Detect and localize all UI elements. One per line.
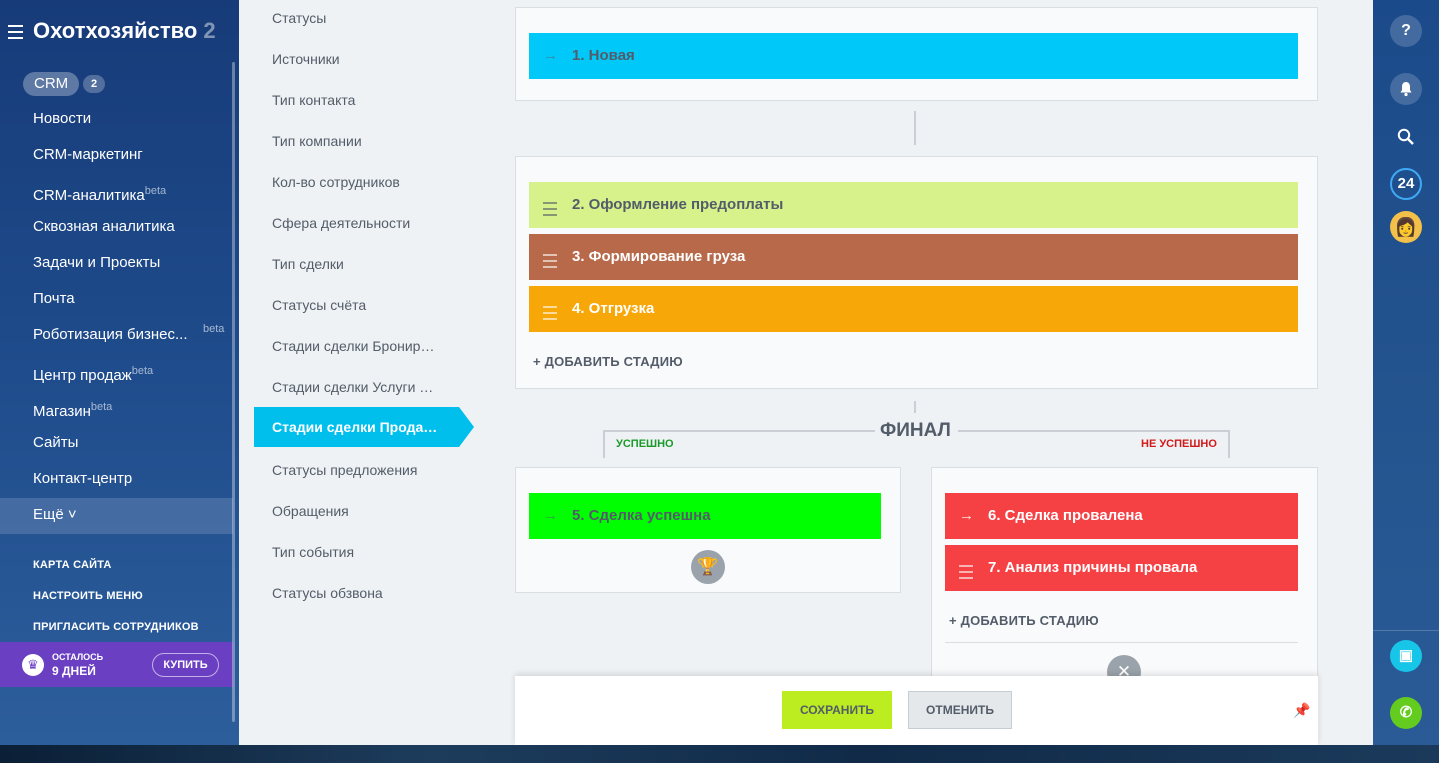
add-stage-button[interactable]: + ДОБАВИТЬ СТАДИЮ (533, 354, 683, 369)
beta-badge: beta (203, 323, 225, 335)
right-panel: ? 24 👩 ▣ ✆ (1373, 0, 1439, 745)
cancel-button[interactable]: ОТМЕНИТЬ (908, 691, 1012, 729)
submenu-item[interactable]: Статусы (272, 10, 326, 26)
sidebar-item-sites[interactable]: Сайты (33, 430, 78, 456)
divider (945, 642, 1298, 643)
sidebar-item-mail[interactable]: Почта (33, 286, 75, 312)
drag-handle-icon[interactable] (543, 302, 557, 320)
stage-editor: → 1. Новая 2. Оформление предоплаты 3. Ф… (493, 0, 1373, 745)
notifications-bell-icon[interactable] (1390, 73, 1422, 105)
stage-item[interactable]: → 5. Сделка успешна (529, 493, 881, 539)
more-label: Ещё ˅ (33, 506, 77, 523)
buy-button[interactable]: КУПИТЬ (152, 653, 219, 677)
submenu-item[interactable]: Тип сделки (272, 256, 344, 272)
sidebar-item-automation[interactable]: Роботизация бизнес... beta (33, 322, 224, 348)
sidebar-item-store[interactable]: Магазинbeta (33, 394, 112, 420)
success-stages-box: → 5. Сделка успешна 🏆 (515, 467, 901, 593)
add-stage-button[interactable]: + ДОБАВИТЬ СТАДИЮ (949, 613, 1099, 628)
success-label: УСПЕШНО (616, 438, 674, 450)
submenu-item-active[interactable]: Стадии сделки Прода… (254, 407, 474, 447)
beta-badge: beta (131, 365, 154, 377)
stage-label: 5. Сделка успешна (572, 507, 711, 524)
trial-banner: ♛ ОСТАЛОСЬ 9 ДНЕЙ КУПИТЬ (0, 642, 233, 687)
save-panel: СОХРАНИТЬ ОТМЕНИТЬ 📌 (515, 676, 1318, 745)
stage-label: 7. Анализ причины провала (988, 559, 1198, 576)
connector-line (914, 111, 916, 145)
crm-settings-submenu: Статусы Источники Тип контакта Тип компа… (239, 0, 493, 745)
divider (1373, 630, 1439, 631)
stage-item[interactable]: 7. Анализ причины провала (945, 545, 1298, 591)
desktop-background-strip (0, 745, 1439, 763)
sidebar-more-button[interactable]: Ещё ˅ (0, 498, 233, 534)
stage-item[interactable]: 2. Оформление предоплаты (529, 182, 1298, 228)
stage-item[interactable]: → 6. Сделка провалена (945, 493, 1298, 539)
stage-item[interactable]: → 1. Новая (529, 33, 1298, 79)
trophy-icon: 🏆 (691, 550, 725, 584)
submenu-item[interactable]: Кол-во сотрудников (272, 174, 400, 190)
sidebar-item-crm-analytics[interactable]: CRM-аналитикаbeta (33, 178, 166, 204)
crown-icon: ♛ (22, 654, 44, 676)
drag-handle-icon[interactable] (959, 561, 973, 579)
submenu-item[interactable]: Стадии сделки Бронир… (272, 338, 434, 354)
pin-icon[interactable]: 📌 (1293, 702, 1310, 719)
arrow-right-icon: → (543, 47, 558, 64)
progress-stages-box: 2. Оформление предоплаты 3. Формирование… (515, 156, 1318, 389)
sidebar-item-news[interactable]: Новости (33, 106, 91, 132)
submenu-item[interactable]: Тип контакта (272, 92, 355, 108)
stage-label: 3. Формирование груза (572, 248, 746, 265)
final-section-title: ФИНАЛ (878, 420, 953, 442)
trial-days-label: 9 ДНЕЙ (52, 664, 96, 678)
trial-remaining-label: ОСТАЛОСЬ (52, 652, 104, 662)
drag-handle-icon[interactable] (543, 198, 557, 216)
sidebar-scrollbar[interactable] (232, 62, 235, 722)
submenu-active-label: Стадии сделки Прода… (272, 419, 438, 435)
sidebar-item-sales-center[interactable]: Центр продажbeta (33, 358, 153, 384)
configure-menu-link[interactable]: НАСТРОИТЬ МЕНЮ (33, 590, 143, 602)
stage-label: 6. Сделка провалена (988, 507, 1143, 524)
phone-icon[interactable]: ✆ (1390, 697, 1422, 729)
beta-badge: beta (90, 401, 113, 413)
save-button[interactable]: СОХРАНИТЬ (782, 691, 892, 729)
submenu-item[interactable]: Тип компании (272, 133, 362, 149)
submenu-item[interactable]: Сфера деятельности (272, 215, 410, 231)
submenu-item[interactable]: Стадии сделки Услуги … (272, 379, 433, 395)
submenu-item[interactable]: Тип события (272, 544, 354, 560)
messenger-icon[interactable]: ▣ (1390, 640, 1422, 672)
search-icon[interactable] (1390, 121, 1422, 153)
drag-handle-icon[interactable] (543, 250, 557, 268)
connector-line (914, 401, 916, 413)
left-sidebar: Охотхозяйство 2 CRM 2 Новости CRM-маркет… (0, 0, 239, 745)
sidebar-item-crm-marketing[interactable]: CRM-маркетинг (33, 142, 143, 168)
menu-burger-icon[interactable] (8, 25, 23, 39)
submenu-item[interactable]: Статусы счёта (272, 297, 366, 313)
arrow-right-icon: → (959, 507, 974, 524)
stage-label: 1. Новая (572, 47, 635, 64)
help-icon[interactable]: ? (1390, 15, 1422, 47)
stage-item[interactable]: 4. Отгрузка (529, 286, 1298, 332)
sidebar-item-tasks-projects[interactable]: Задачи и Проекты (33, 250, 160, 276)
user-avatar[interactable]: 👩 (1390, 211, 1422, 243)
failure-label: НЕ УСПЕШНО (1141, 438, 1217, 450)
initial-stage-box: → 1. Новая (515, 7, 1318, 101)
submenu-item[interactable]: Статусы обзвона (272, 585, 383, 601)
submenu-item[interactable]: Статусы предложения (272, 462, 417, 478)
sitemap-link[interactable]: КАРТА САЙТА (33, 559, 112, 571)
sidebar-item-contact-center[interactable]: Контакт-центр (33, 466, 132, 492)
bitrix24-logo-icon[interactable]: 24 (1390, 168, 1422, 200)
sidebar-item-end-to-end-analytics[interactable]: Сквозная аналитика (33, 214, 175, 240)
stage-label: 2. Оформление предоплаты (572, 196, 784, 213)
crm-counter-badge: 2 (83, 75, 106, 93)
submenu-item[interactable]: Обращения (272, 503, 349, 519)
arrow-right-icon: → (543, 507, 558, 524)
beta-badge: beta (144, 185, 167, 197)
stage-item[interactable]: 3. Формирование груза (529, 234, 1298, 280)
stage-label: 4. Отгрузка (572, 300, 655, 317)
portal-title[interactable]: Охотхозяйство 2 (33, 18, 216, 44)
crm-group-pill[interactable]: CRM (23, 72, 80, 96)
submenu-item[interactable]: Источники (272, 51, 340, 67)
invite-employees-link[interactable]: ПРИГЛАСИТЬ СОТРУДНИКОВ (33, 621, 199, 633)
